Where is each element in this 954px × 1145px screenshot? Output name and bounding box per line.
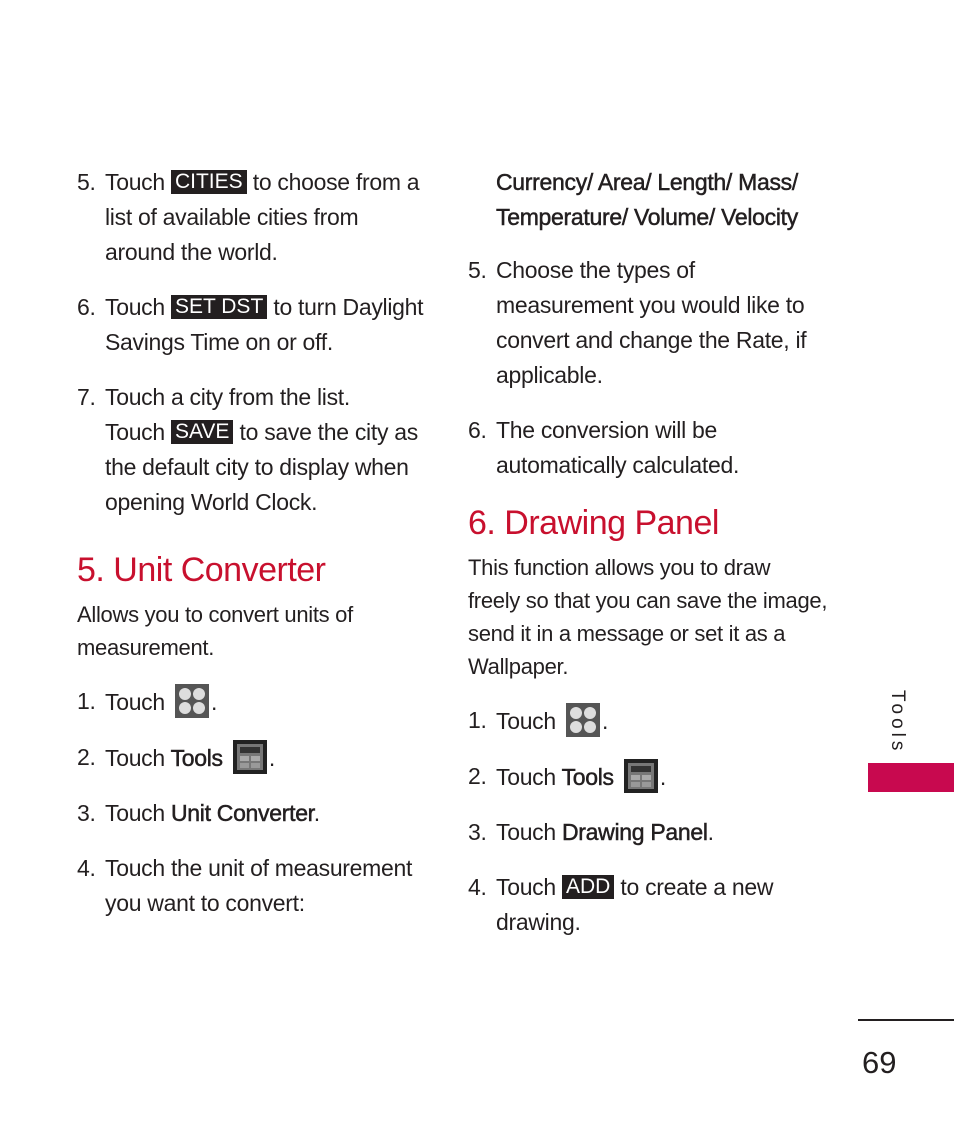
step-text: . xyxy=(210,689,218,715)
step-text: Choose the types of measurement you woul… xyxy=(496,257,807,388)
step-text: . xyxy=(601,708,609,734)
step-text: Touch xyxy=(105,419,165,445)
uc-step-3: 3. Touch Unit Converter. xyxy=(77,796,427,831)
tools-label: Tools xyxy=(561,764,614,791)
uc-step-1: 1. Touch . xyxy=(77,684,427,720)
menu-grid-icon xyxy=(565,703,600,737)
unit-converter-label: Unit Converter xyxy=(170,800,315,827)
dp-step-4: 4. Touch ADD to create a new drawing. xyxy=(468,870,828,940)
step-text: Touch xyxy=(496,874,556,900)
tools-calculator-icon xyxy=(623,759,658,793)
step-text: Touch xyxy=(105,745,165,771)
step-number: 1. xyxy=(468,707,487,733)
step-text: Touch xyxy=(496,708,556,734)
uc-step-4: 4. Touch the unit of measurement you wan… xyxy=(77,851,427,921)
dp-step-1: 1. Touch . xyxy=(468,703,828,739)
tools-calculator-icon xyxy=(232,740,267,774)
step-number: 3. xyxy=(77,800,96,826)
step-number: 5. xyxy=(77,169,96,195)
units-list: Currency/ Area/ Length/ Mass/ Temperatur… xyxy=(496,169,799,231)
step-number: 5. xyxy=(468,257,487,283)
drawing-panel-heading: 6. Drawing Panel xyxy=(468,504,719,542)
step-text: Touch xyxy=(105,689,165,715)
footer-rule xyxy=(858,1019,954,1021)
add-button: ADD xyxy=(561,875,615,899)
section-side-label: Tools xyxy=(887,690,908,755)
drawing-panel-label: Drawing Panel xyxy=(561,819,708,846)
step-text: Touch xyxy=(105,294,165,320)
uc-step-6: 6. The conversion will be automatically … xyxy=(468,413,828,483)
step-text: Touch the unit of measurement you want t… xyxy=(105,855,413,916)
step-set-dst: 6. Touch SET DST to turn Daylight Saving… xyxy=(77,290,427,360)
step-number: 7. xyxy=(77,384,96,410)
step-select-city: 7. Touch a city from the list. Touch SAV… xyxy=(77,380,427,520)
step-number: 4. xyxy=(77,855,96,881)
step-text: . xyxy=(313,800,320,826)
step-text: Touch xyxy=(105,800,165,826)
left-column: 5. Touch CITIES to choose from a list of… xyxy=(77,165,427,941)
section-tab-marker xyxy=(868,763,954,792)
step-text: Touch xyxy=(496,819,556,845)
step-text: . xyxy=(707,819,714,845)
step-number: 4. xyxy=(468,874,487,900)
save-button: SAVE xyxy=(170,420,234,444)
menu-grid-icon xyxy=(174,684,209,718)
right-column: Currency/ Area/ Length/ Mass/ Temperatur… xyxy=(468,165,828,960)
step-text: Touch xyxy=(496,764,556,790)
step-text: Touch a city from the list. xyxy=(105,384,350,410)
step-text: . xyxy=(268,745,275,771)
step-text: . xyxy=(659,764,666,790)
step-text: The conversion will be automatically cal… xyxy=(496,417,740,478)
page-number: 69 xyxy=(862,1045,897,1080)
unit-converter-heading: 5. Unit Converter xyxy=(77,551,326,589)
cities-button: CITIES xyxy=(170,170,247,194)
uc-step-2: 2. Touch Tools . xyxy=(77,740,427,776)
dp-step-2: 2. Touch Tools . xyxy=(468,759,828,795)
drawing-panel-intro: This function allows you to draw freely … xyxy=(468,555,828,679)
set-dst-button: SET DST xyxy=(170,295,268,319)
step-number: 1. xyxy=(77,688,96,714)
step-cities: 5. Touch CITIES to choose from a list of… xyxy=(77,165,427,270)
step-number: 6. xyxy=(468,417,487,443)
step-number: 2. xyxy=(468,763,487,789)
step-number: 3. xyxy=(468,819,487,845)
unit-converter-intro: Allows you to convert units of measureme… xyxy=(77,602,353,660)
step-text: Touch xyxy=(105,169,165,195)
tools-label: Tools xyxy=(170,745,223,772)
step-number: 6. xyxy=(77,294,96,320)
dp-step-3: 3. Touch Drawing Panel. xyxy=(468,815,828,850)
step-number: 2. xyxy=(77,744,96,770)
uc-step-5: 5. Choose the types of measurement you w… xyxy=(468,253,828,393)
